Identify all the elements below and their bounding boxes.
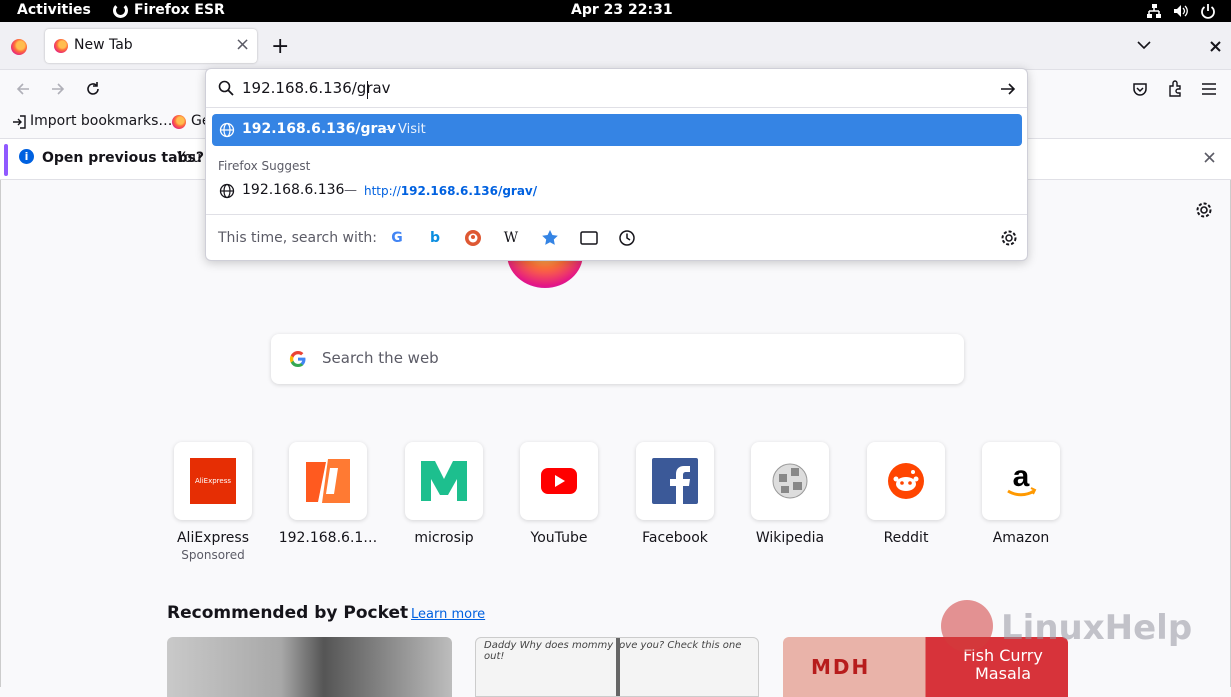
- suggestion-action: Visit: [398, 122, 426, 137]
- top-site-youtube[interactable]: YouTube: [499, 442, 619, 546]
- notification-accent-bar: [4, 144, 8, 176]
- tab-strip: New Tab × +: [0, 22, 1231, 70]
- top-site-label: Amazon: [992, 530, 1050, 546]
- watermark-text: LinuxHelp: [1001, 608, 1193, 648]
- import-icon: [13, 115, 26, 129]
- google-g-icon: [289, 350, 306, 368]
- pocket-heading: Recommended by Pocket: [167, 603, 409, 623]
- microsip-icon: [405, 442, 483, 520]
- suggestion-text: 192.168.6.136/grav: [242, 121, 396, 137]
- duckduckgo-icon[interactable]: [464, 229, 482, 247]
- top-site-reddit[interactable]: Reddit: [846, 442, 966, 546]
- wikipedia-icon[interactable]: W: [502, 229, 520, 247]
- url-prefix: http://: [364, 184, 401, 198]
- firefox-app-icon: [113, 3, 128, 18]
- sponsored-label: Sponsored: [181, 548, 245, 562]
- notification-close-icon[interactable]: [1204, 152, 1215, 163]
- url-input[interactable]: 192.168.6.136/grav: [242, 79, 391, 97]
- suggestion-history[interactable]: 192.168.6.136 — http://192.168.6.136/gra…: [212, 177, 1022, 205]
- card-caption: Fish Curry Masala: [963, 646, 1043, 683]
- top-site-ip[interactable]: 192.168.6.1…: [268, 442, 388, 546]
- top-site-label: YouTube: [530, 530, 588, 546]
- tab-close-icon[interactable]: ×: [235, 34, 250, 55]
- import-bookmarks-link[interactable]: Import bookmarks…: [30, 113, 172, 129]
- comic-text: Daddy Why does mommy love you? Check thi…: [484, 640, 742, 662]
- top-site-wikipedia[interactable]: Wikipedia: [730, 442, 850, 546]
- reddit-icon: [867, 442, 945, 520]
- google-icon[interactable]: G: [388, 229, 406, 247]
- personalize-gear-icon[interactable]: [1195, 201, 1213, 219]
- top-site-aliexpress[interactable]: AliExpress AliExpress Sponsored: [153, 442, 273, 562]
- amazon-icon: a: [982, 442, 1060, 520]
- new-tab-button[interactable]: +: [271, 34, 289, 59]
- window-close-icon[interactable]: [1210, 41, 1221, 52]
- linuxhelp-logo-icon: [941, 600, 993, 652]
- svg-text:a: a: [1013, 462, 1030, 493]
- tab-favicon-icon: [54, 39, 68, 53]
- separator: [206, 214, 1027, 215]
- system-top-bar: Activities Firefox ESR Apr 23 22:31: [0, 0, 1231, 22]
- globe-icon: [219, 183, 235, 199]
- history-icon[interactable]: [618, 229, 636, 247]
- top-site-label: Reddit: [883, 530, 929, 546]
- suggestion-url: http://192.168.6.136/grav/: [364, 184, 537, 198]
- suggestion-dash: —: [344, 183, 357, 198]
- aliexpress-icon: AliExpress: [174, 442, 252, 520]
- top-site-label: Facebook: [642, 530, 708, 546]
- bing-icon[interactable]: b: [426, 229, 444, 247]
- pocket-card-2[interactable]: Daddy Why does mommy love you? Check thi…: [475, 637, 759, 697]
- top-site-label: 192.168.6.1…: [278, 530, 378, 546]
- search-icon: [218, 80, 234, 96]
- top-site-amazon[interactable]: a Amazon: [961, 442, 1081, 546]
- mdh-brand-text: MDH: [811, 655, 871, 679]
- top-site-label: Wikipedia: [755, 530, 825, 546]
- pocket-icon[interactable]: [1132, 81, 1148, 97]
- url-bar-dropdown: 192.168.6.136/grav 192.168.6.136/grav — …: [205, 68, 1028, 261]
- separator: [206, 107, 1027, 108]
- globe-icon: [219, 122, 235, 138]
- power-icon[interactable]: [1200, 3, 1216, 19]
- getting-started-icon: [172, 115, 186, 129]
- wikipedia-globe-icon: [751, 442, 829, 520]
- suggestion-visit[interactable]: 192.168.6.136/grav — Visit: [212, 114, 1022, 146]
- hamburger-menu-icon[interactable]: [1201, 82, 1217, 96]
- volume-icon[interactable]: [1172, 3, 1188, 19]
- go-arrow-icon[interactable]: [1000, 81, 1016, 97]
- ip-site-icon: [289, 442, 367, 520]
- firefox-suggest-label: Firefox Suggest: [218, 159, 311, 173]
- web-search-placeholder: Search the web: [322, 349, 439, 367]
- search-settings-gear-icon[interactable]: [1000, 229, 1018, 247]
- extensions-icon[interactable]: [1167, 80, 1184, 97]
- bookmarks-icon[interactable]: [541, 229, 559, 247]
- app-menu[interactable]: Firefox ESR: [134, 2, 225, 18]
- suggestion-dash: —: [382, 122, 395, 137]
- reload-icon[interactable]: [85, 81, 101, 97]
- chevron-down-icon[interactable]: [1137, 40, 1151, 50]
- tab-new-tab[interactable]: New Tab ×: [45, 29, 257, 63]
- url-host: 192.168.6.136/grav/: [400, 184, 538, 198]
- top-site-facebook[interactable]: Facebook: [615, 442, 735, 546]
- suggestion-title: 192.168.6.136: [242, 182, 345, 198]
- comic-divider: [616, 638, 620, 696]
- web-search-box[interactable]: Search the web: [271, 334, 964, 384]
- info-icon: i: [19, 149, 34, 164]
- pocket-card-1[interactable]: [167, 637, 452, 697]
- aliexpress-logo-text: AliExpress: [190, 458, 236, 504]
- facebook-icon: [636, 442, 714, 520]
- tab-title: New Tab: [74, 37, 133, 53]
- text-cursor: [367, 81, 368, 99]
- top-site-microsip[interactable]: microsip: [384, 442, 504, 546]
- back-arrow-icon[interactable]: [15, 81, 31, 97]
- forward-arrow-icon[interactable]: [50, 81, 66, 97]
- activities-button[interactable]: Activities: [17, 2, 91, 18]
- learn-more-link[interactable]: Learn more: [411, 607, 485, 622]
- top-site-label: microsip: [414, 530, 474, 546]
- firefox-view-icon[interactable]: [11, 39, 27, 55]
- clock[interactable]: Apr 23 22:31: [571, 2, 673, 18]
- network-icon[interactable]: [1146, 3, 1162, 19]
- search-with-label: This time, search with:: [218, 230, 377, 246]
- youtube-icon: [520, 442, 598, 520]
- top-site-label: AliExpress: [176, 530, 250, 546]
- tabs-icon[interactable]: [580, 231, 598, 245]
